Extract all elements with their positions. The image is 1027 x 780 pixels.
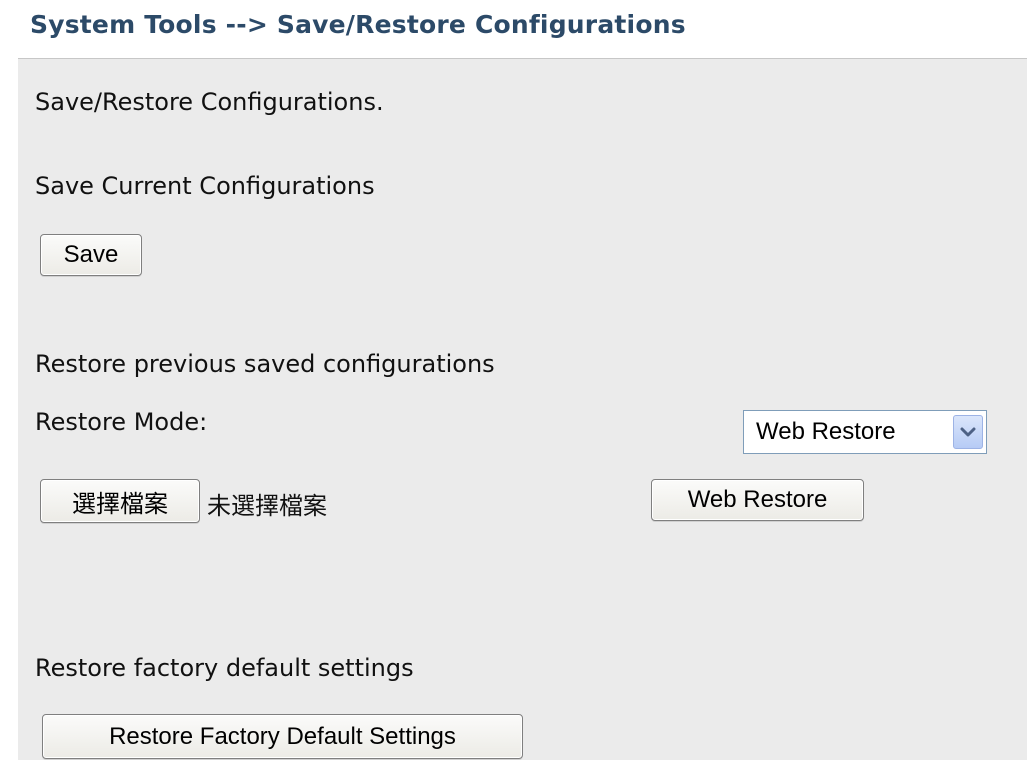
restore-section-heading: Restore previous saved configurations <box>35 350 495 378</box>
restore-mode-label: Restore Mode: <box>35 408 208 436</box>
save-button[interactable]: Save <box>40 234 142 276</box>
chevron-down-icon[interactable] <box>953 415 983 449</box>
choose-file-button[interactable]: 選擇檔案 <box>40 479 200 523</box>
title-divider <box>18 58 1027 59</box>
page-title: System Tools --> Save/Restore Configurat… <box>30 10 686 39</box>
restore-mode-value: Web Restore <box>756 418 896 445</box>
save-section-heading: Save Current Configurations <box>35 172 375 200</box>
intro-text: Save/Restore Configurations. <box>35 88 384 116</box>
web-restore-button[interactable]: Web Restore <box>651 479 864 521</box>
restore-factory-defaults-button[interactable]: Restore Factory Default Settings <box>42 714 523 759</box>
file-status-text: 未選擇檔案 <box>207 492 327 520</box>
restore-mode-select[interactable]: Web Restore <box>743 410 987 454</box>
factory-section-heading: Restore factory default settings <box>35 654 414 682</box>
